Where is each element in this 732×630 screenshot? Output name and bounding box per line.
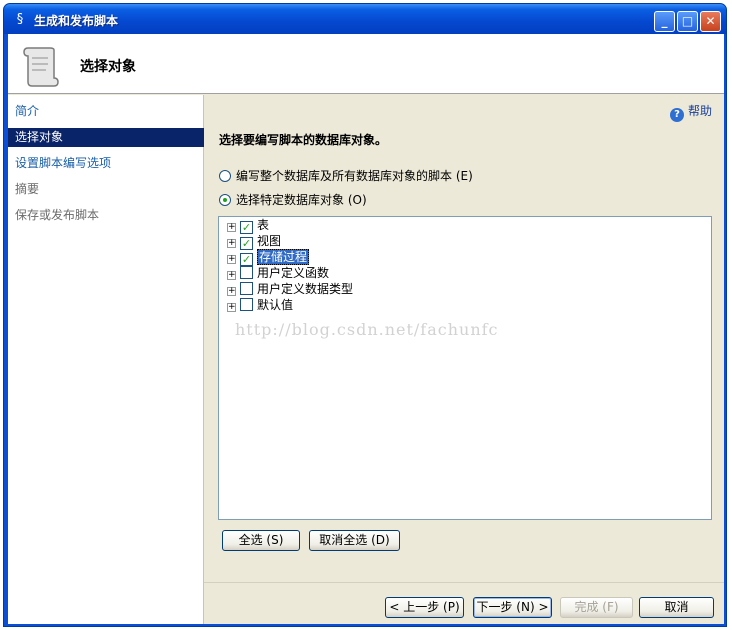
- help-icon: ?: [670, 108, 684, 122]
- tree-item[interactable]: + 默认值: [227, 297, 293, 313]
- maximize-button[interactable]: □: [677, 11, 698, 32]
- section-prompt: 选择要编写脚本的数据库对象。: [219, 133, 388, 147]
- dialog-client: 选择对象 简介 选择对象 设置脚本编写选项 摘要 保存或发布脚本 ? 帮助 选择要…: [8, 34, 724, 624]
- minimize-button[interactable]: _: [654, 11, 675, 32]
- tree-item[interactable]: + 用户定义数据类型: [227, 281, 353, 297]
- sidebar-item-intro[interactable]: 简介: [8, 102, 204, 121]
- tree-item[interactable]: + 用户定义函数: [227, 265, 329, 281]
- expand-icon[interactable]: +: [227, 223, 236, 232]
- tree-item[interactable]: + ✓ 表: [227, 217, 270, 234]
- help-link[interactable]: ? 帮助: [670, 102, 712, 122]
- title-bar[interactable]: § 生成和发布脚本 _ □ ✕: [4, 4, 726, 34]
- watermark-text: http://blog.csdn.net/fachunfc: [235, 320, 499, 339]
- checkbox[interactable]: [240, 266, 253, 279]
- page-header: 选择对象: [8, 34, 724, 94]
- expand-icon[interactable]: +: [227, 255, 236, 264]
- select-all-button[interactable]: 全选 (S): [222, 530, 300, 551]
- expand-icon[interactable]: +: [227, 239, 236, 248]
- deselect-all-button[interactable]: 取消全选 (D): [309, 530, 400, 551]
- wizard-steps-sidebar: 简介 选择对象 设置脚本编写选项 摘要 保存或发布脚本: [8, 95, 204, 624]
- sidebar-item-summary[interactable]: 摘要: [8, 180, 204, 199]
- close-button[interactable]: ✕: [700, 11, 721, 32]
- previous-button[interactable]: < 上一步 (P): [385, 597, 464, 618]
- sidebar-item-save-publish[interactable]: 保存或发布脚本: [8, 206, 204, 225]
- dialog-window: § 生成和发布脚本 _ □ ✕ 选择对象 简介 选择对象 设置脚本编写选项 摘要…: [3, 3, 727, 627]
- expand-icon[interactable]: +: [227, 271, 236, 280]
- tree-item-label: 用户定义数据类型: [257, 282, 354, 296]
- page-title: 选择对象: [80, 59, 136, 75]
- radio-button-selected[interactable]: [219, 194, 231, 206]
- script-icon: §: [16, 12, 24, 27]
- checkbox[interactable]: [240, 282, 253, 295]
- radio-select-specific[interactable]: 选择特定数据库对象 (O): [219, 191, 367, 208]
- sidebar-item-scripting-options[interactable]: 设置脚本编写选项: [8, 154, 204, 173]
- tree-item-label: 存储过程: [257, 249, 310, 265]
- radio-label: 编写整个数据库及所有数据库对象的脚本 (E): [236, 169, 473, 183]
- tree-item-label: 用户定义函数: [257, 266, 330, 280]
- cancel-button[interactable]: 取消: [639, 597, 714, 618]
- tree-item-label: 视图: [257, 234, 282, 248]
- radio-label: 选择特定数据库对象 (O): [236, 193, 367, 207]
- radio-button[interactable]: [219, 170, 231, 182]
- sidebar-item-choose-objects[interactable]: 选择对象: [8, 128, 204, 147]
- checkbox[interactable]: [240, 298, 253, 311]
- footer-divider: [204, 582, 724, 583]
- help-label: 帮助: [688, 104, 713, 118]
- expand-icon[interactable]: +: [227, 287, 236, 296]
- scroll-icon: [23, 47, 59, 87]
- tree-item[interactable]: + ✓ 视图: [227, 233, 282, 250]
- finish-button[interactable]: 完成 (F): [560, 597, 633, 618]
- tree-item[interactable]: + ✓ 存储过程: [227, 249, 310, 266]
- tree-item-label: 表: [257, 218, 270, 232]
- object-tree[interactable]: + ✓ 表 + ✓ 视图 + ✓ 存储过程 + 用户定义函数 + 用户定义数据类型 + 默认值 h…: [218, 216, 712, 520]
- window-title: 生成和发布脚本: [34, 14, 119, 28]
- next-button[interactable]: 下一步 (N) >: [473, 597, 552, 618]
- expand-icon[interactable]: +: [227, 303, 236, 312]
- tree-item-label: 默认值: [257, 298, 294, 312]
- radio-script-entire-db[interactable]: 编写整个数据库及所有数据库对象的脚本 (E): [219, 167, 473, 184]
